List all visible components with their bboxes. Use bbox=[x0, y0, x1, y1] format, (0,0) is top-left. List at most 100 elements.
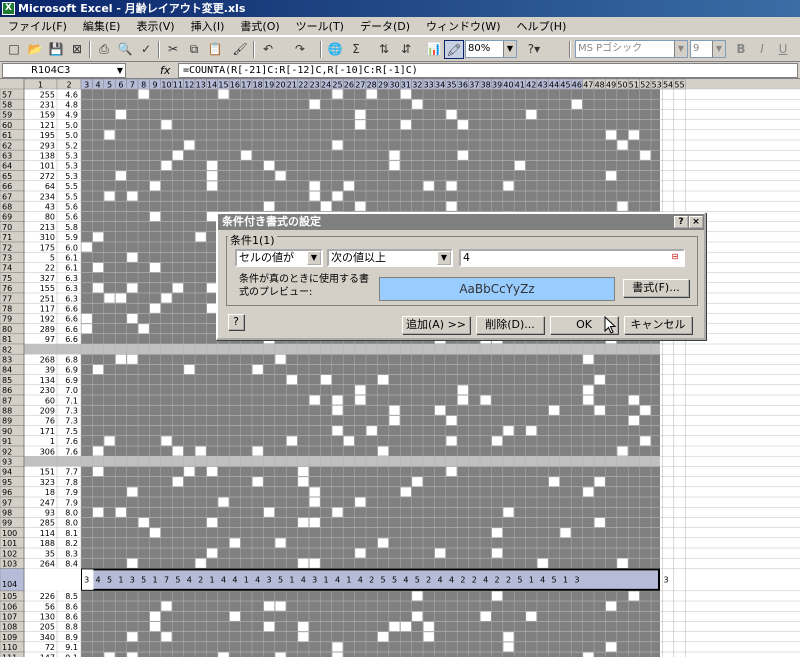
row-header: 106 bbox=[2, 602, 17, 611]
undo-icon[interactable]: ↶ bbox=[258, 40, 278, 59]
name-box[interactable]: R104C3 ▼ bbox=[2, 63, 126, 78]
highlighted-cell bbox=[206, 181, 218, 191]
print-preview-icon[interactable]: 🔍 bbox=[115, 40, 135, 59]
hyperlink-icon[interactable]: 🌐 bbox=[325, 40, 345, 59]
highlighted-cell bbox=[149, 303, 161, 313]
format-painter-icon[interactable]: 🖌 bbox=[230, 40, 250, 59]
menu-tools[interactable]: ツール(T) bbox=[288, 17, 352, 36]
font-size-combo[interactable]: 9 ▼ bbox=[690, 40, 726, 58]
value-input[interactable]: 4 ⊟ bbox=[459, 249, 685, 267]
font-name-value: MS Pゴシック bbox=[578, 43, 643, 54]
row-header: 95 bbox=[2, 478, 12, 487]
menu-format[interactable]: 書式(O) bbox=[232, 17, 287, 36]
menu-bar: ファイル(F) 編集(E) 表示(V) 挿入(I) 書式(O) ツール(T) データ(D) ウ… bbox=[0, 17, 800, 36]
chevron-down-icon[interactable]: ▼ bbox=[437, 251, 451, 265]
underline-button[interactable]: U bbox=[773, 40, 793, 59]
cell-count: 35 bbox=[45, 549, 55, 558]
highlighted-cell bbox=[332, 140, 343, 150]
sort-ascending-icon[interactable]: ⇅ bbox=[374, 40, 394, 59]
cell-count: 121 bbox=[40, 121, 55, 130]
chevron-down-icon[interactable]: ▼ bbox=[674, 41, 687, 57]
paste-icon[interactable]: 📋 bbox=[205, 40, 225, 59]
help-icon[interactable]: ?▾ bbox=[521, 40, 547, 59]
open-folder-icon[interactable]: 📂 bbox=[25, 40, 45, 59]
chevron-down-icon[interactable]: ▼ bbox=[712, 41, 725, 57]
column-header: 1 bbox=[38, 81, 43, 90]
highlighted-cell bbox=[320, 375, 332, 385]
copy-icon[interactable]: ⧉ bbox=[184, 40, 204, 59]
cut-icon[interactable]: ✂ bbox=[163, 40, 183, 59]
row104-count: 5 bbox=[278, 576, 283, 585]
highlighted-cell bbox=[309, 395, 320, 405]
row-header: 86 bbox=[2, 386, 12, 395]
highlighted-cell bbox=[195, 232, 206, 242]
range-select-icon[interactable]: ⊟ bbox=[667, 251, 683, 265]
font-name-combo[interactable]: MS Pゴシック ▼ bbox=[575, 40, 688, 58]
redo-icon[interactable]: ↷ bbox=[290, 40, 310, 59]
spelling-icon[interactable]: ✓ bbox=[136, 40, 156, 59]
zoom-combo[interactable]: 80% ▼ bbox=[465, 40, 517, 58]
row104-count: 4 bbox=[358, 576, 363, 585]
cell-age: 6.8 bbox=[65, 356, 78, 365]
cell-count: 230 bbox=[40, 386, 55, 395]
menu-file[interactable]: ファイル(F) bbox=[0, 17, 75, 36]
fx-icon[interactable]: fx bbox=[160, 63, 170, 78]
highlighted-cell bbox=[275, 171, 286, 181]
mouse-pointer-icon bbox=[604, 316, 616, 334]
chevron-down-icon[interactable]: ▼ bbox=[503, 41, 516, 57]
row-header: 65 bbox=[2, 172, 12, 181]
cell-count: 195 bbox=[40, 131, 55, 140]
menu-data[interactable]: データ(D) bbox=[352, 17, 418, 36]
sort-descending-icon[interactable]: ⇵ bbox=[396, 40, 416, 59]
italic-button[interactable]: I bbox=[752, 40, 772, 59]
delete-button[interactable]: 削除(D)... bbox=[476, 316, 544, 334]
help-icon[interactable]: ? bbox=[228, 314, 244, 330]
highlighted-cell bbox=[503, 642, 514, 652]
highlighted-cell bbox=[275, 538, 286, 548]
highlighted-cell bbox=[92, 446, 104, 456]
close-icon[interactable]: × bbox=[689, 216, 703, 228]
permission-icon[interactable]: ⊠ bbox=[67, 40, 87, 59]
highlighted-cell bbox=[172, 446, 184, 456]
save-icon[interactable]: 💾 bbox=[46, 40, 66, 59]
operator-select[interactable]: 次の値以上 ▼ bbox=[327, 249, 453, 267]
dialog-help-button[interactable]: ? bbox=[674, 216, 688, 228]
row-header: 91 bbox=[2, 437, 12, 446]
highlighted-cell bbox=[161, 293, 172, 303]
condition-type-select[interactable]: セルの値が ▼ bbox=[235, 249, 323, 267]
highlighted-cell bbox=[218, 652, 229, 657]
cell-grid[interactable]: 1 2 3 4 5 6 7 8 9 10 11 12 13 14 15 16 17 18 19 20 21 22 23 24 2… bbox=[0, 79, 800, 657]
highlighted-cell bbox=[526, 109, 537, 120]
highlighted-cell bbox=[332, 652, 343, 657]
highlighted-cell bbox=[104, 130, 115, 140]
font-size-value: 9 bbox=[693, 43, 700, 54]
chevron-down-icon[interactable]: ▼ bbox=[307, 251, 321, 265]
autosum-icon[interactable]: Σ bbox=[346, 40, 366, 59]
new-file-icon[interactable]: □ bbox=[4, 40, 24, 59]
worksheet-grid[interactable]: 1 2 3 4 5 6 7 8 9 10 11 12 13 14 15 16 17 18 19 20 21 22 23 24 2… bbox=[0, 79, 800, 657]
format-button[interactable]: 書式(F)... bbox=[623, 279, 689, 297]
cell-count: 234 bbox=[40, 192, 55, 201]
highlighted-cell bbox=[263, 621, 275, 632]
cancel-button[interactable]: キャンセル bbox=[624, 316, 692, 334]
formula-input[interactable]: =COUNTA(R[-21]C:R[-12]C,R[-10]C:R[-1]C) bbox=[178, 63, 798, 78]
formula-bar: R104C3 ▼ fx =COUNTA(R[-21]C:R[-12]C,R[-10… bbox=[0, 62, 800, 79]
condition-label: 条件1(1) bbox=[228, 232, 277, 248]
highlighted-cell bbox=[218, 497, 229, 507]
menu-insert[interactable]: 挿入(I) bbox=[183, 17, 233, 36]
cell-count: 117 bbox=[40, 305, 55, 314]
menu-view[interactable]: 表示(V) bbox=[128, 17, 182, 36]
menu-help[interactable]: ヘルプ(H) bbox=[509, 17, 575, 36]
chevron-down-icon[interactable]: ▼ bbox=[117, 64, 123, 77]
menu-edit[interactable]: 編集(E) bbox=[75, 17, 129, 36]
chart-wizard-icon[interactable]: 📊 bbox=[424, 40, 444, 59]
print-icon[interactable]: ⎙ bbox=[94, 40, 114, 59]
highlighted-cell bbox=[149, 211, 161, 222]
highlighted-cell bbox=[298, 632, 309, 642]
bold-button[interactable]: B bbox=[731, 40, 751, 59]
highlighted-cell bbox=[172, 150, 184, 160]
add-button[interactable]: 追加(A) >> bbox=[402, 316, 470, 334]
drawing-icon[interactable]: 🖍 bbox=[444, 40, 464, 59]
cell-age: 6.6 bbox=[65, 315, 78, 324]
menu-window[interactable]: ウィンドウ(W) bbox=[418, 17, 508, 36]
